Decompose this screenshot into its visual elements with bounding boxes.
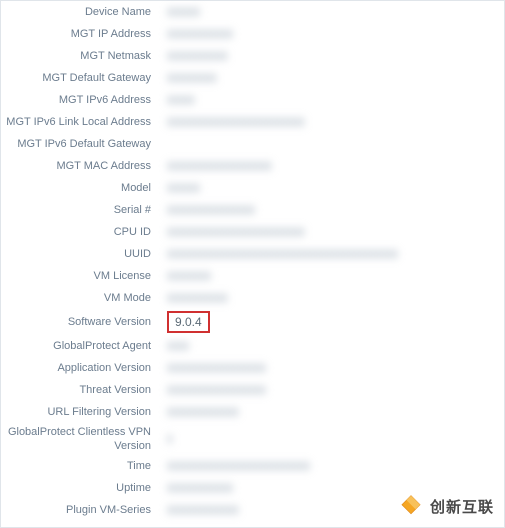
info-row: GlobalProtect Agent xxxx bbox=[1, 335, 504, 357]
info-row: Device Name xxxxxx bbox=[1, 1, 504, 23]
info-value: xxxxxxxxxxxxxxxxxxx bbox=[161, 160, 504, 172]
redacted-value: xxxxxxxxx bbox=[167, 72, 217, 84]
info-value: xxxxxxxxxxxxxxxxxxxxxxxxxxxxxxxxxxxxxxxx… bbox=[161, 248, 504, 260]
redacted-value: xxxxxxxxxxxxxxxxxx bbox=[167, 362, 266, 374]
info-label: UUID bbox=[1, 247, 161, 261]
info-value: xxxxxxxxxxx bbox=[161, 50, 504, 62]
info-label: MGT Netmask bbox=[1, 49, 161, 63]
info-value: xxxxxxxxxxxxxxxxxx bbox=[161, 362, 504, 374]
logo-icon bbox=[398, 493, 424, 519]
info-row: MGT Netmask xxxxxxxxxxx bbox=[1, 45, 504, 67]
info-row: Model xxxxxx bbox=[1, 177, 504, 199]
redacted-value: xxxxxxxxxxxxxxxxxxxxxxxxx bbox=[167, 226, 305, 238]
info-row: URL Filtering Version xxxxxxxxxxxxx bbox=[1, 401, 504, 423]
info-value: x bbox=[161, 433, 504, 445]
info-row: Application Version xxxxxxxxxxxxxxxxxx bbox=[1, 357, 504, 379]
redacted-value: xxxxxxxxxxxx bbox=[167, 482, 233, 494]
redacted-value: xxxxxxxxxxx bbox=[167, 50, 228, 62]
info-row: Software Version 9.0.4 bbox=[1, 309, 504, 335]
info-row: MGT IPv6 Address xxxxx bbox=[1, 89, 504, 111]
redacted-value: xxxxxxxx bbox=[167, 270, 211, 282]
info-value: xxxxxxxxxxxxxxxxxx bbox=[161, 384, 504, 396]
redacted-value: xxxxxxxxxxxxxxxx bbox=[167, 204, 255, 216]
info-value: xxxxxx bbox=[161, 6, 504, 18]
info-row: MGT IPv6 Default Gateway bbox=[1, 133, 504, 155]
redacted-value: xxxx bbox=[167, 340, 189, 352]
info-label: Uptime bbox=[1, 481, 161, 495]
info-row: MGT IPv6 Link Local Address xxxxxxxxxxxxx… bbox=[1, 111, 504, 133]
info-value: xxxxxxxxxxxxx bbox=[161, 406, 504, 418]
redacted-value: xxxxxxxxxxxxxxxxxxxxxxxxxxxxxxxxxxxxxxxx… bbox=[167, 248, 398, 260]
info-row: GlobalProtect Clientless VPN Version x bbox=[1, 423, 504, 455]
redacted-value: xxxxxxxxxxxxxxxxxxx bbox=[167, 160, 272, 172]
info-value: xxxx bbox=[161, 340, 504, 352]
info-value: xxxxxxxxx bbox=[161, 72, 504, 84]
info-label: VM License bbox=[1, 269, 161, 283]
info-label: Software Version bbox=[1, 315, 161, 329]
info-value: xxxxxxxxxxxxxxxxxxxxxxxxxx bbox=[161, 460, 504, 472]
info-label: GlobalProtect Clientless VPN Version bbox=[1, 425, 161, 453]
branding-logo: 创新互联 bbox=[398, 493, 494, 519]
redacted-value: x bbox=[167, 433, 173, 445]
info-value: xxxxx bbox=[161, 94, 504, 106]
info-label: Threat Version bbox=[1, 383, 161, 397]
info-label: VM Mode bbox=[1, 291, 161, 305]
info-value: xxxxxx bbox=[161, 182, 504, 194]
redacted-value: xxxxxxxxxxxxxxxxxxxxxxxxxx bbox=[167, 460, 310, 472]
info-row: Time xxxxxxxxxxxxxxxxxxxxxxxxxx bbox=[1, 455, 504, 477]
redacted-value: xxxxxx bbox=[167, 6, 200, 18]
info-label: Plugin VM-Series bbox=[1, 503, 161, 517]
info-row: Threat Version xxxxxxxxxxxxxxxxxx bbox=[1, 379, 504, 401]
info-row: MGT IP Address xxxxxxxxxxxx bbox=[1, 23, 504, 45]
info-label: Application Version bbox=[1, 361, 161, 375]
info-label: Device Name bbox=[1, 5, 161, 19]
info-label: URL Filtering Version bbox=[1, 405, 161, 419]
highlighted-value: 9.0.4 bbox=[167, 311, 210, 333]
info-row: MGT Default Gateway xxxxxxxxx bbox=[1, 67, 504, 89]
info-value: xxxxxxxxxxxxxxxxxxxxxxxxx bbox=[161, 226, 504, 238]
info-row: VM License xxxxxxxx bbox=[1, 265, 504, 287]
redacted-value: xxxxxxxxxxxxx bbox=[167, 504, 239, 516]
info-value: xxxxxxxxxxx bbox=[161, 292, 504, 304]
info-label: Serial # bbox=[1, 203, 161, 217]
device-info-table: Device NamexxxxxxMGT IP Addressxxxxxxxxx… bbox=[1, 1, 504, 521]
info-label: MGT MAC Address bbox=[1, 159, 161, 173]
info-row: UUID xxxxxxxxxxxxxxxxxxxxxxxxxxxxxxxxxxxx… bbox=[1, 243, 504, 265]
redacted-value: xxxxxxxxxxxxxxxxxx bbox=[167, 384, 266, 396]
info-row: MGT MAC Address xxxxxxxxxxxxxxxxxxx bbox=[1, 155, 504, 177]
info-label: MGT IPv6 Address bbox=[1, 93, 161, 107]
info-value: xxxxxxxxxxxxxxxx bbox=[161, 204, 504, 216]
info-label: MGT Default Gateway bbox=[1, 71, 161, 85]
redacted-value: xxxxxx bbox=[167, 182, 200, 194]
redacted-value: xxxxxxxxxxx bbox=[167, 292, 228, 304]
info-value: 9.0.4 bbox=[161, 311, 504, 333]
info-row: Serial # xxxxxxxxxxxxxxxx bbox=[1, 199, 504, 221]
info-row: VM Mode xxxxxxxxxxx bbox=[1, 287, 504, 309]
info-label: MGT IP Address bbox=[1, 27, 161, 41]
branding-text: 创新互联 bbox=[430, 496, 494, 517]
redacted-value: xxxxx bbox=[167, 94, 195, 106]
info-label: CPU ID bbox=[1, 225, 161, 239]
info-label: GlobalProtect Agent bbox=[1, 339, 161, 353]
redacted-value: xxxxxxxxxxxx bbox=[167, 28, 233, 40]
info-value: xxxxxxxxxxxxxxxxxxxxxxxxx bbox=[161, 116, 504, 128]
info-row: CPU ID xxxxxxxxxxxxxxxxxxxxxxxxx bbox=[1, 221, 504, 243]
redacted-value: xxxxxxxxxxxxxxxxxxxxxxxxx bbox=[167, 116, 305, 128]
redacted-value: xxxxxxxxxxxxx bbox=[167, 406, 239, 418]
info-label: MGT IPv6 Default Gateway bbox=[1, 137, 161, 151]
info-value: xxxxxxxx bbox=[161, 270, 504, 282]
info-label: Model bbox=[1, 181, 161, 195]
info-value: xxxxxxxxxxxx bbox=[161, 28, 504, 40]
info-label: Time bbox=[1, 459, 161, 473]
info-label: MGT IPv6 Link Local Address bbox=[1, 115, 161, 129]
